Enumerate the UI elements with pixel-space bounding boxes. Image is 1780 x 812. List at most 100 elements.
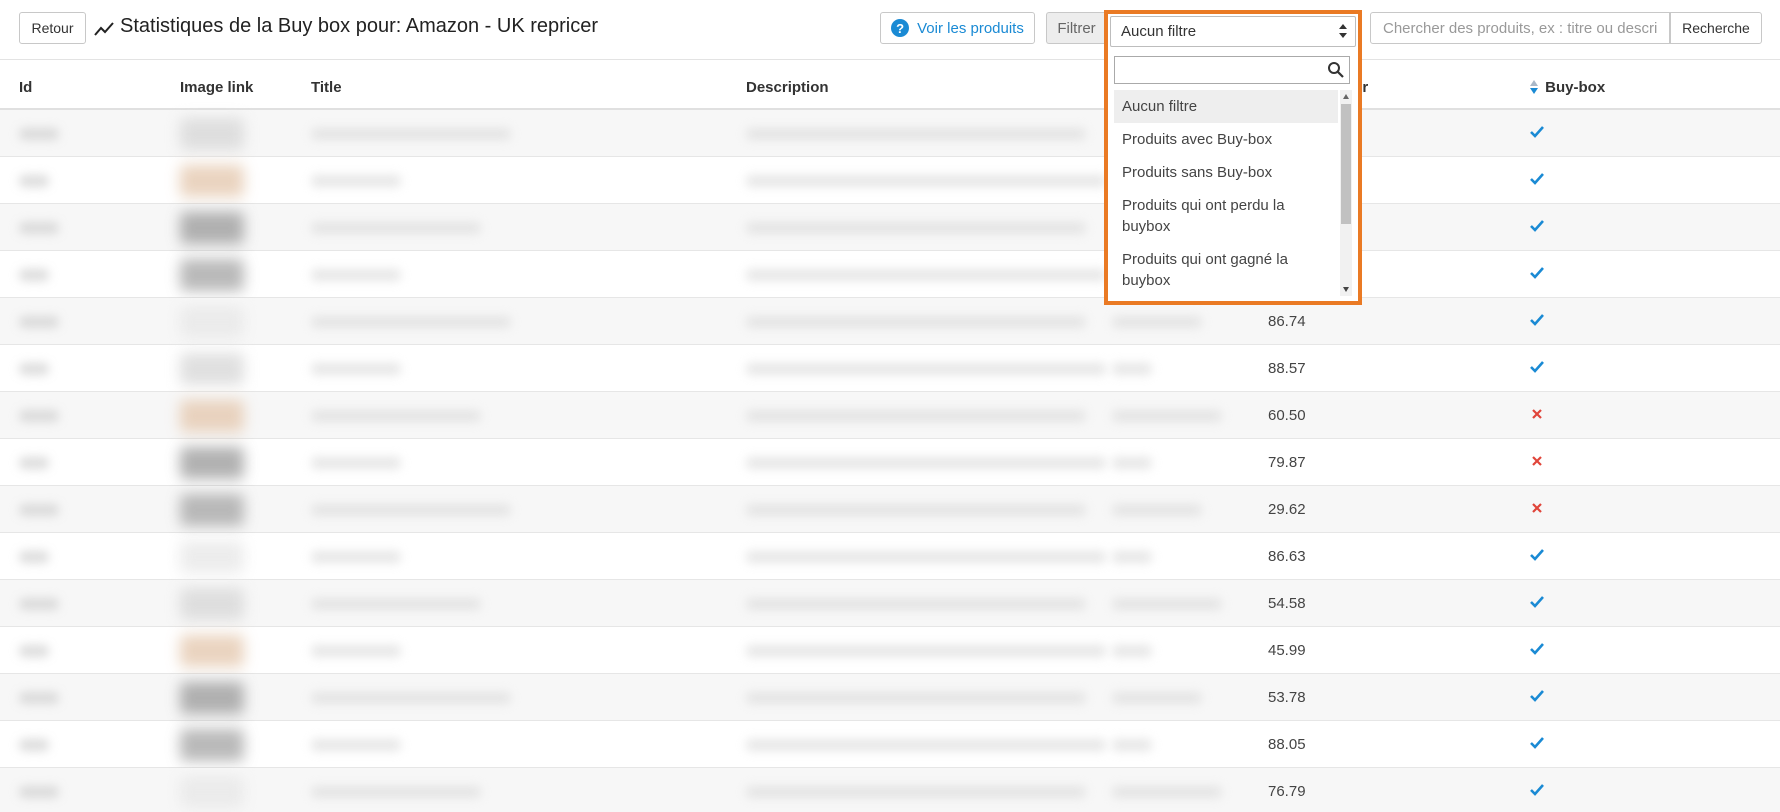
product-image[interactable]: [180, 306, 244, 338]
product-image[interactable]: [180, 729, 244, 761]
dropdown-scrollbar[interactable]: [1340, 90, 1352, 296]
filter-search-field[interactable]: [1114, 56, 1350, 84]
column-header-description[interactable]: Description: [746, 79, 829, 96]
product-image[interactable]: [180, 118, 244, 150]
check-icon: [1530, 643, 1544, 655]
row-description-cell: [746, 739, 1106, 751]
filter-selected-value: Aucun filtre: [1121, 23, 1197, 40]
filter-option[interactable]: Produits qui ont perdu la buybox: [1114, 189, 1338, 243]
cross-icon: [1532, 409, 1542, 419]
row-id-cell: [19, 598, 59, 610]
product-image[interactable]: [180, 682, 244, 714]
table-row[interactable]: 53.78: [0, 674, 1780, 721]
product-image[interactable]: [180, 541, 244, 573]
back-button[interactable]: Retour: [19, 12, 86, 44]
row-id-cell: [19, 363, 49, 375]
table-row[interactable]: [0, 251, 1780, 298]
row-description-cell: [746, 504, 1086, 516]
row-title-cell: [311, 786, 481, 798]
view-products-button[interactable]: ? Voir les produits: [880, 12, 1035, 44]
row-description-cell: [746, 316, 1086, 328]
product-image[interactable]: [180, 353, 244, 385]
row-title-cell: [311, 222, 481, 234]
check-icon: [1530, 784, 1544, 796]
row-id-cell: [19, 175, 49, 187]
sort-icon: [1530, 80, 1538, 94]
search-button[interactable]: Recherche: [1670, 12, 1762, 44]
row-extra-cell: [1112, 457, 1152, 469]
row-title-cell: [311, 739, 401, 751]
row-id-cell: [19, 504, 59, 516]
row-id-cell: [19, 457, 49, 469]
filter-label: Filtrer: [1046, 12, 1106, 44]
row-title-cell: [311, 128, 511, 140]
row-title-cell: [311, 457, 401, 469]
product-image[interactable]: [180, 447, 244, 479]
row-id-cell: [19, 551, 49, 563]
row-extra-cell: [1112, 598, 1222, 610]
column-header-buybox[interactable]: Buy-box: [1529, 79, 1605, 96]
row-title-cell: [311, 363, 401, 375]
row-price: 54.58: [1268, 595, 1306, 612]
product-image[interactable]: [180, 635, 244, 667]
filter-options-list: Aucun filtre Produits avec Buy-box Produit…: [1114, 90, 1338, 296]
scrollbar-thumb[interactable]: [1341, 104, 1351, 224]
product-image[interactable]: [180, 259, 244, 291]
row-price: 86.74: [1268, 313, 1306, 330]
check-icon: [1530, 267, 1544, 279]
table-row[interactable]: [0, 204, 1780, 251]
column-header-image-link[interactable]: Image link: [180, 79, 253, 96]
table-row[interactable]: 79.87: [0, 439, 1780, 486]
check-icon: [1530, 173, 1544, 185]
scroll-up-icon[interactable]: [1342, 93, 1350, 101]
cross-icon: [1532, 456, 1542, 466]
row-description-cell: [746, 410, 1086, 422]
search-input[interactable]: [1370, 12, 1670, 44]
top-toolbar: Retour Statistiques de la Buy box pour: …: [0, 0, 1780, 60]
table-row[interactable]: [0, 157, 1780, 204]
table-row[interactable]: 76.79: [0, 768, 1780, 812]
table-row[interactable]: 45.99: [0, 627, 1780, 674]
product-image[interactable]: [180, 776, 244, 808]
check-icon: [1530, 690, 1544, 702]
scroll-down-icon[interactable]: [1342, 285, 1350, 293]
row-description-cell: [746, 175, 1106, 187]
select-arrows-icon: [1339, 24, 1347, 38]
filter-option[interactable]: Produits sans Buy-box: [1114, 156, 1338, 189]
filter-option[interactable]: Produits qui ont gagné la buybox: [1114, 243, 1338, 296]
product-image[interactable]: [180, 400, 244, 432]
row-price: 88.57: [1268, 360, 1306, 377]
row-extra-cell: [1112, 504, 1202, 516]
row-id-cell: [19, 222, 59, 234]
row-description-cell: [746, 363, 1106, 375]
table-row[interactable]: 88.05: [0, 721, 1780, 768]
column-header-title[interactable]: Title: [311, 79, 342, 96]
filter-select[interactable]: Aucun filtre: [1110, 16, 1356, 47]
page-title: Statistiques de la Buy box pour: Amazon …: [120, 15, 599, 37]
check-icon: [1530, 596, 1544, 608]
table-row[interactable]: 29.62: [0, 486, 1780, 533]
trend-chart-icon: [94, 22, 114, 36]
table-row[interactable]: 86.63: [0, 533, 1780, 580]
filter-option[interactable]: Aucun filtre: [1114, 90, 1338, 123]
column-header-id[interactable]: Id: [19, 79, 32, 96]
row-price: 86.63: [1268, 548, 1306, 565]
row-description-cell: [746, 457, 1106, 469]
table-row[interactable]: 88.57: [0, 345, 1780, 392]
product-image[interactable]: [180, 494, 244, 526]
row-description-cell: [746, 222, 1086, 234]
table-row[interactable]: [0, 110, 1780, 157]
table-row[interactable]: 54.58: [0, 580, 1780, 627]
product-image[interactable]: [180, 165, 244, 197]
table-row[interactable]: 60.50: [0, 392, 1780, 439]
filter-option[interactable]: Produits avec Buy-box: [1114, 123, 1338, 156]
row-id-cell: [19, 316, 59, 328]
row-extra-cell: [1112, 551, 1152, 563]
search-icon: [1328, 62, 1344, 78]
table-row[interactable]: 86.74: [0, 298, 1780, 345]
products-table: Id Image link Title Description er Buy-b…: [0, 66, 1780, 812]
row-description-cell: [746, 598, 1086, 610]
product-image[interactable]: [180, 212, 244, 244]
product-image[interactable]: [180, 588, 244, 620]
row-extra-cell: [1112, 645, 1152, 657]
